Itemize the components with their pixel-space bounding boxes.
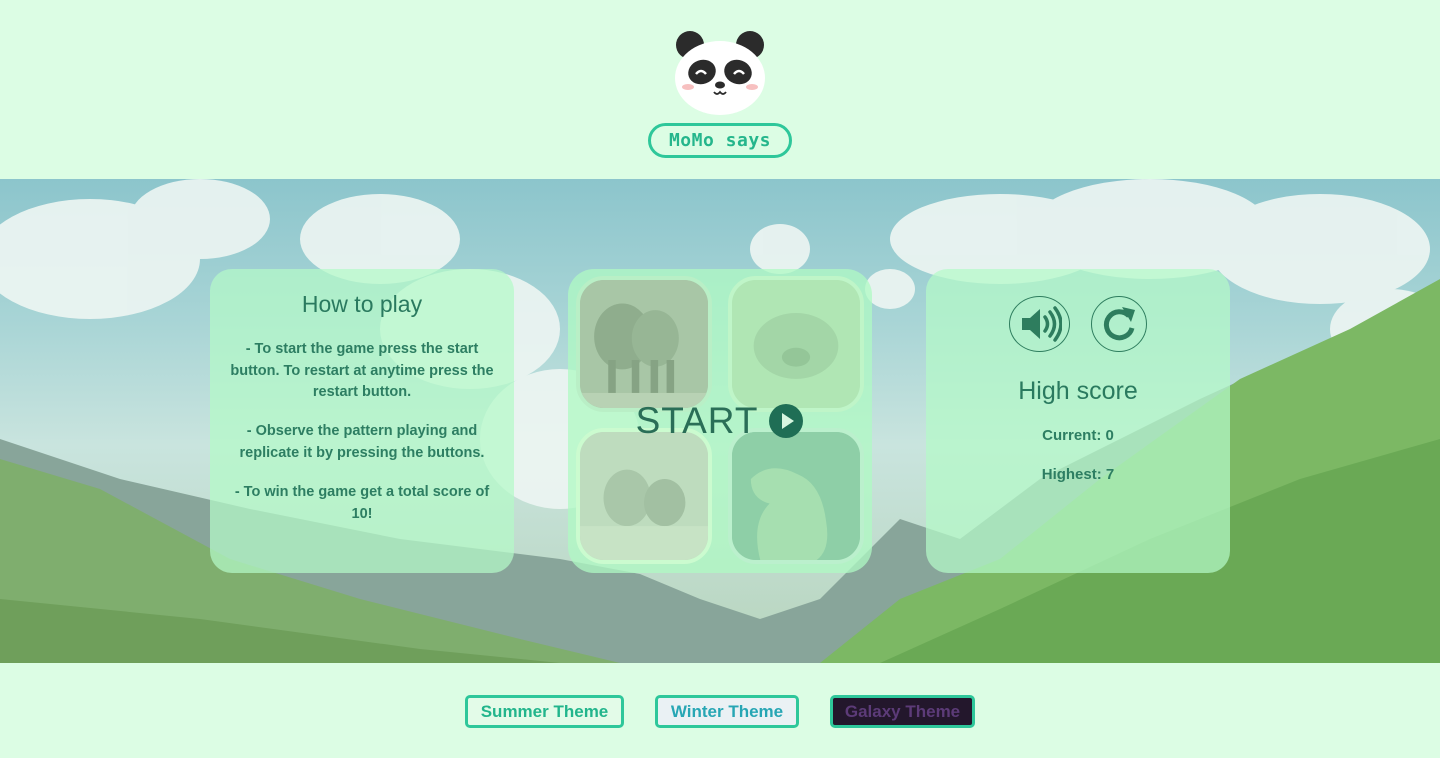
highest-score: Highest: 7 — [1041, 466, 1115, 483]
start-label: START — [635, 400, 759, 441]
start-button[interactable]: START — [568, 399, 872, 443]
how-to-play-title: How to play — [301, 291, 423, 317]
app-title: MoMo says — [648, 123, 792, 158]
seal-tile — [732, 432, 860, 560]
hippo-tile-button[interactable] — [728, 276, 864, 412]
rule-win: - To win the game get a total score of 1… — [234, 484, 490, 522]
seal-tile-button[interactable] — [728, 428, 864, 564]
elephant-tile — [580, 280, 708, 408]
restart-button[interactable] — [1091, 296, 1147, 352]
high-score-title: High score — [1018, 377, 1138, 405]
game-area: How to play - To start the game press th… — [0, 179, 1440, 663]
owl-tile — [580, 432, 708, 560]
volume-icon — [1021, 306, 1062, 342]
restart-icon — [1103, 307, 1135, 341]
summer-theme-button[interactable]: Summer Theme — [465, 695, 624, 728]
how-to-play-panel: How to play - To start the game press th… — [210, 269, 514, 573]
winter-theme-button[interactable]: Winter Theme — [655, 695, 799, 728]
galaxy-theme-button[interactable]: Galaxy Theme — [830, 695, 975, 728]
play-icon — [769, 404, 804, 438]
score-panel: High score Current: 0 Highest: 7 — [926, 269, 1230, 573]
header: MoMo says — [0, 0, 1440, 179]
owl-tile-button[interactable] — [576, 428, 712, 564]
rule-observe: - Observe the pattern playing and replic… — [239, 423, 485, 461]
hippo-tile — [732, 280, 860, 408]
current-score: Current: 0 — [1042, 427, 1114, 444]
rule-start: - To start the game press the start butt… — [230, 341, 494, 400]
sound-toggle-button[interactable] — [1009, 296, 1070, 352]
panda-face-icon — [675, 31, 765, 115]
elephant-tile-button[interactable] — [576, 276, 712, 412]
game-board: START — [568, 269, 872, 573]
